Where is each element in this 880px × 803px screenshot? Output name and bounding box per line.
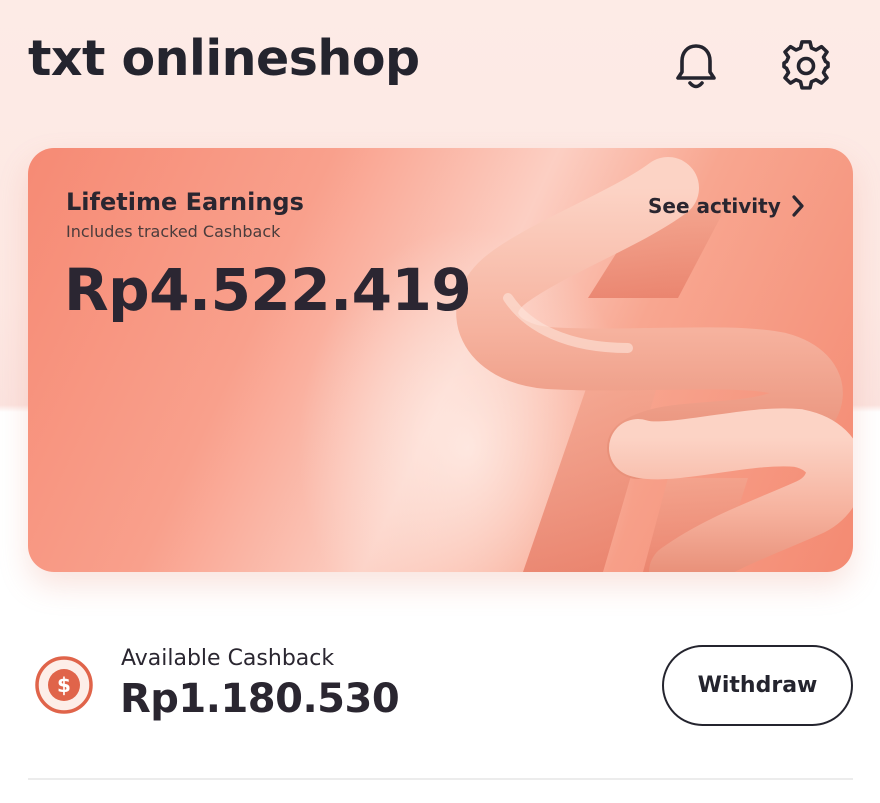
chevron-right-icon [792, 195, 804, 217]
gear-icon [782, 40, 830, 90]
see-activity-label: See activity [648, 194, 781, 218]
withdraw-button[interactable]: Withdraw [662, 645, 853, 726]
lifetime-earnings-card[interactable]: Lifetime Earnings Includes tracked Cashb… [28, 148, 853, 572]
divider [28, 778, 853, 780]
app-title: txt onlineshop [28, 30, 420, 87]
see-activity-link[interactable]: See activity [648, 194, 805, 218]
available-cashback-row: $ Available Cashback Rp1.180.530 Withdra… [28, 635, 853, 735]
cashback-amount: Rp1.180.530 [120, 676, 400, 722]
app-screen: txt onlineshop Lifetime Earnings Include… [0, 0, 880, 803]
svg-text:$: $ [57, 673, 71, 697]
settings-button[interactable] [778, 38, 834, 94]
card-subtitle: Includes tracked Cashback [66, 222, 281, 241]
cashback-label: Available Cashback [121, 646, 335, 671]
header: txt onlineshop [0, 0, 880, 130]
notifications-button[interactable] [668, 38, 724, 94]
lifetime-earnings-amount: Rp4.522.419 [64, 256, 472, 324]
dollar-coin-icon: $ [35, 656, 93, 714]
card-title: Lifetime Earnings [66, 188, 304, 216]
bell-icon [676, 44, 716, 89]
